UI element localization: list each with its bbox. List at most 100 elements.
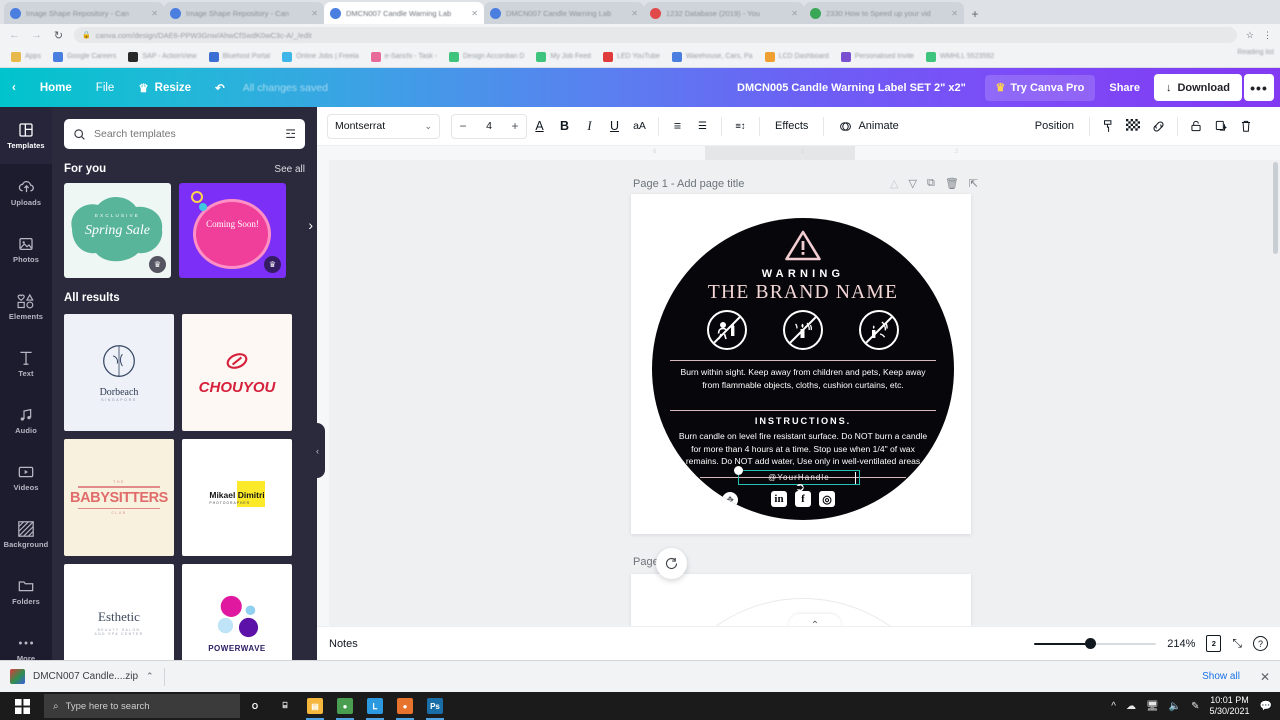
instagram-icon[interactable]: ◎	[819, 491, 835, 507]
font-size-decrease[interactable]: −	[452, 119, 474, 133]
panel-collapse-button[interactable]: ‹	[310, 423, 325, 478]
bookmark-item[interactable]: Personalised Invite	[836, 48, 919, 66]
browser-menu-icon[interactable]: ⋮	[1263, 30, 1272, 41]
duplicate-page-float-button[interactable]	[656, 548, 687, 579]
chouyou-logo-template[interactable]: CHOUYOU	[182, 314, 292, 431]
browser-tab[interactable]: Image Shape Repository - Can ✕	[4, 2, 164, 24]
taskbar-app-task-view[interactable]: ⌸	[270, 692, 300, 720]
download-menu-icon[interactable]: ⌃	[146, 671, 154, 682]
bookmark-item[interactable]: Apps	[6, 48, 46, 66]
selection-handle[interactable]	[734, 466, 743, 475]
browser-tab[interactable]: 2330 How to Speed up your vid ✕	[804, 2, 964, 24]
design-canvas-area[interactable]: 6 1 2 Page 1 - Add page title △ ▽ ⧉ 🗑 ⇱	[317, 146, 1280, 626]
close-icon[interactable]: ✕	[791, 9, 798, 18]
taskbar-app-lightroom[interactable]: L̲	[360, 692, 390, 720]
page-1-canvas[interactable]: WARNING THE BRAND NAME Burn within sight…	[631, 194, 971, 534]
rail-item-photos[interactable]: Photos	[0, 221, 52, 278]
search-bar[interactable]: ☲	[64, 119, 305, 149]
close-icon[interactable]: ✕	[631, 9, 638, 18]
new-tab-button[interactable]: +	[964, 4, 986, 24]
paint-icon[interactable]	[1096, 114, 1121, 139]
bookmark-item[interactable]: Google Careers	[48, 48, 121, 66]
move-handle[interactable]: ✥	[722, 492, 738, 508]
candle-warning-label-artwork[interactable]: WARNING THE BRAND NAME Burn within sight…	[652, 218, 954, 520]
rail-item-videos[interactable]: Videos	[0, 449, 52, 506]
bookmark-item[interactable]: LED YouTube	[598, 48, 665, 66]
move-page-up-icon[interactable]: △	[890, 177, 898, 190]
bookmark-item[interactable]: e-Sanchi - Task -	[366, 48, 442, 66]
font-size-increase[interactable]: +	[504, 119, 526, 133]
volume-icon[interactable]: 🔈	[1169, 701, 1181, 712]
duplicate-icon[interactable]	[1209, 114, 1234, 139]
back-icon[interactable]: ←	[8, 29, 21, 41]
rail-item-templates[interactable]: Templates	[0, 107, 52, 164]
spring-sale-template[interactable]: EXCLUSIVE Spring Sale ♛	[64, 183, 171, 278]
coming-soon-template[interactable]: Coming Soon! ♛	[179, 183, 286, 278]
download-item[interactable]: DMCN007 Candle....zip ⌃	[10, 669, 154, 684]
see-all-link[interactable]: See all	[274, 164, 305, 175]
notifications-icon[interactable]: 💬	[1260, 701, 1272, 712]
start-button[interactable]	[0, 692, 44, 720]
back-home-icon[interactable]: ‹	[0, 68, 28, 107]
close-shelf-icon[interactable]: ✕	[1260, 670, 1270, 684]
taskbar-search-box[interactable]: ⌕ Type here to search	[44, 694, 240, 718]
position-button[interactable]: Position	[1026, 114, 1083, 139]
notes-button[interactable]: Notes	[329, 638, 358, 650]
for-you-next-icon[interactable]: ›	[308, 217, 313, 233]
rail-item-elements[interactable]: Elements	[0, 278, 52, 335]
font-size-stepper[interactable]: − 4 +	[451, 113, 527, 139]
zoom-percent-label[interactable]: 214%	[1167, 638, 1195, 650]
lock-icon[interactable]	[1184, 114, 1209, 139]
file-menu-button[interactable]: File	[84, 68, 127, 107]
animate-button[interactable]: Animate	[830, 114, 907, 139]
help-icon[interactable]: ?	[1253, 636, 1268, 651]
mikael-dimitri-logo-template[interactable]: Mikael Dimitri PHOTOGRAPHER	[182, 439, 292, 556]
close-icon[interactable]: ✕	[311, 9, 318, 18]
linkedin-icon[interactable]: in	[771, 491, 787, 507]
rotate-handle[interactable]: ↻	[698, 492, 714, 508]
rail-item-audio[interactable]: Audio	[0, 392, 52, 449]
effects-button[interactable]: Effects	[766, 114, 817, 139]
rail-item-folders[interactable]: Folders	[0, 563, 52, 620]
label-body-text[interactable]: Burn within sight. Keep away from childr…	[652, 366, 954, 391]
search-input[interactable]	[94, 128, 278, 140]
zoom-slider[interactable]	[1034, 637, 1157, 651]
bold-icon[interactable]: B	[552, 114, 577, 139]
font-size-value[interactable]: 4	[474, 120, 504, 132]
close-icon[interactable]: ✕	[471, 9, 478, 18]
collapse-pages-button[interactable]: ⌃	[789, 614, 841, 626]
document-title[interactable]: DMCN005 Candle Warning Label SET 2" x2"	[737, 68, 966, 107]
resize-button[interactable]: ♛ Resize	[126, 68, 203, 107]
reading-list-button[interactable]: Reading list	[1237, 49, 1274, 56]
rail-item-background[interactable]: Background	[0, 506, 52, 563]
address-bar[interactable]: 🔒 canva.com/design/DAE6-PPW3Gnw/AhwCfSwd…	[74, 27, 1237, 43]
babysitters-logo-template[interactable]: THE BABYSITTERS CLUB	[64, 439, 174, 556]
close-icon[interactable]: ✕	[951, 9, 958, 18]
show-all-downloads-button[interactable]: Show all	[1194, 668, 1248, 685]
taskbar-app-firefox[interactable]: ●	[390, 692, 420, 720]
dorbeach-logo-template[interactable]: Dorbeach SINGAPORE	[64, 314, 174, 431]
dots-logo-template[interactable]: POWERWAVE	[182, 564, 292, 660]
onedrive-icon[interactable]: ☁	[1126, 701, 1136, 712]
taskbar-app-file-explorer[interactable]: ▤	[300, 692, 330, 720]
font-family-select[interactable]: Montserrat ⌄	[327, 113, 440, 139]
letter-case-icon[interactable]: aA	[627, 114, 652, 139]
taskbar-app-photoshop[interactable]: Ps	[420, 692, 450, 720]
undo-icon[interactable]: ↶	[203, 68, 237, 107]
add-page-icon[interactable]: ⇱	[969, 177, 978, 190]
bookmark-item[interactable]: Design Accordian D	[444, 48, 529, 66]
pen-icon[interactable]: ✎	[1191, 701, 1199, 712]
more-options-button[interactable]: •••	[1244, 74, 1274, 101]
page-count-badge[interactable]: 2	[1206, 635, 1222, 652]
duplicate-page-icon[interactable]: ⧉	[927, 177, 935, 190]
browser-tab[interactable]: DMCN007 Candle Warning Lab ✕	[484, 2, 644, 24]
filter-icon[interactable]: ☲	[285, 127, 296, 141]
close-icon[interactable]: ✕	[151, 9, 158, 18]
text-align-icon[interactable]: ≡	[665, 114, 690, 139]
italic-icon[interactable]: I	[577, 114, 602, 139]
network-icon[interactable]: 🖥	[1146, 701, 1159, 712]
fullscreen-icon[interactable]: ⤡	[1232, 636, 1242, 651]
taskbar-clock[interactable]: 10:01 PM 5/30/2021	[1210, 695, 1250, 718]
reload-icon[interactable]: ↻	[52, 29, 65, 42]
bookmark-star-icon[interactable]: ☆	[1246, 30, 1254, 41]
